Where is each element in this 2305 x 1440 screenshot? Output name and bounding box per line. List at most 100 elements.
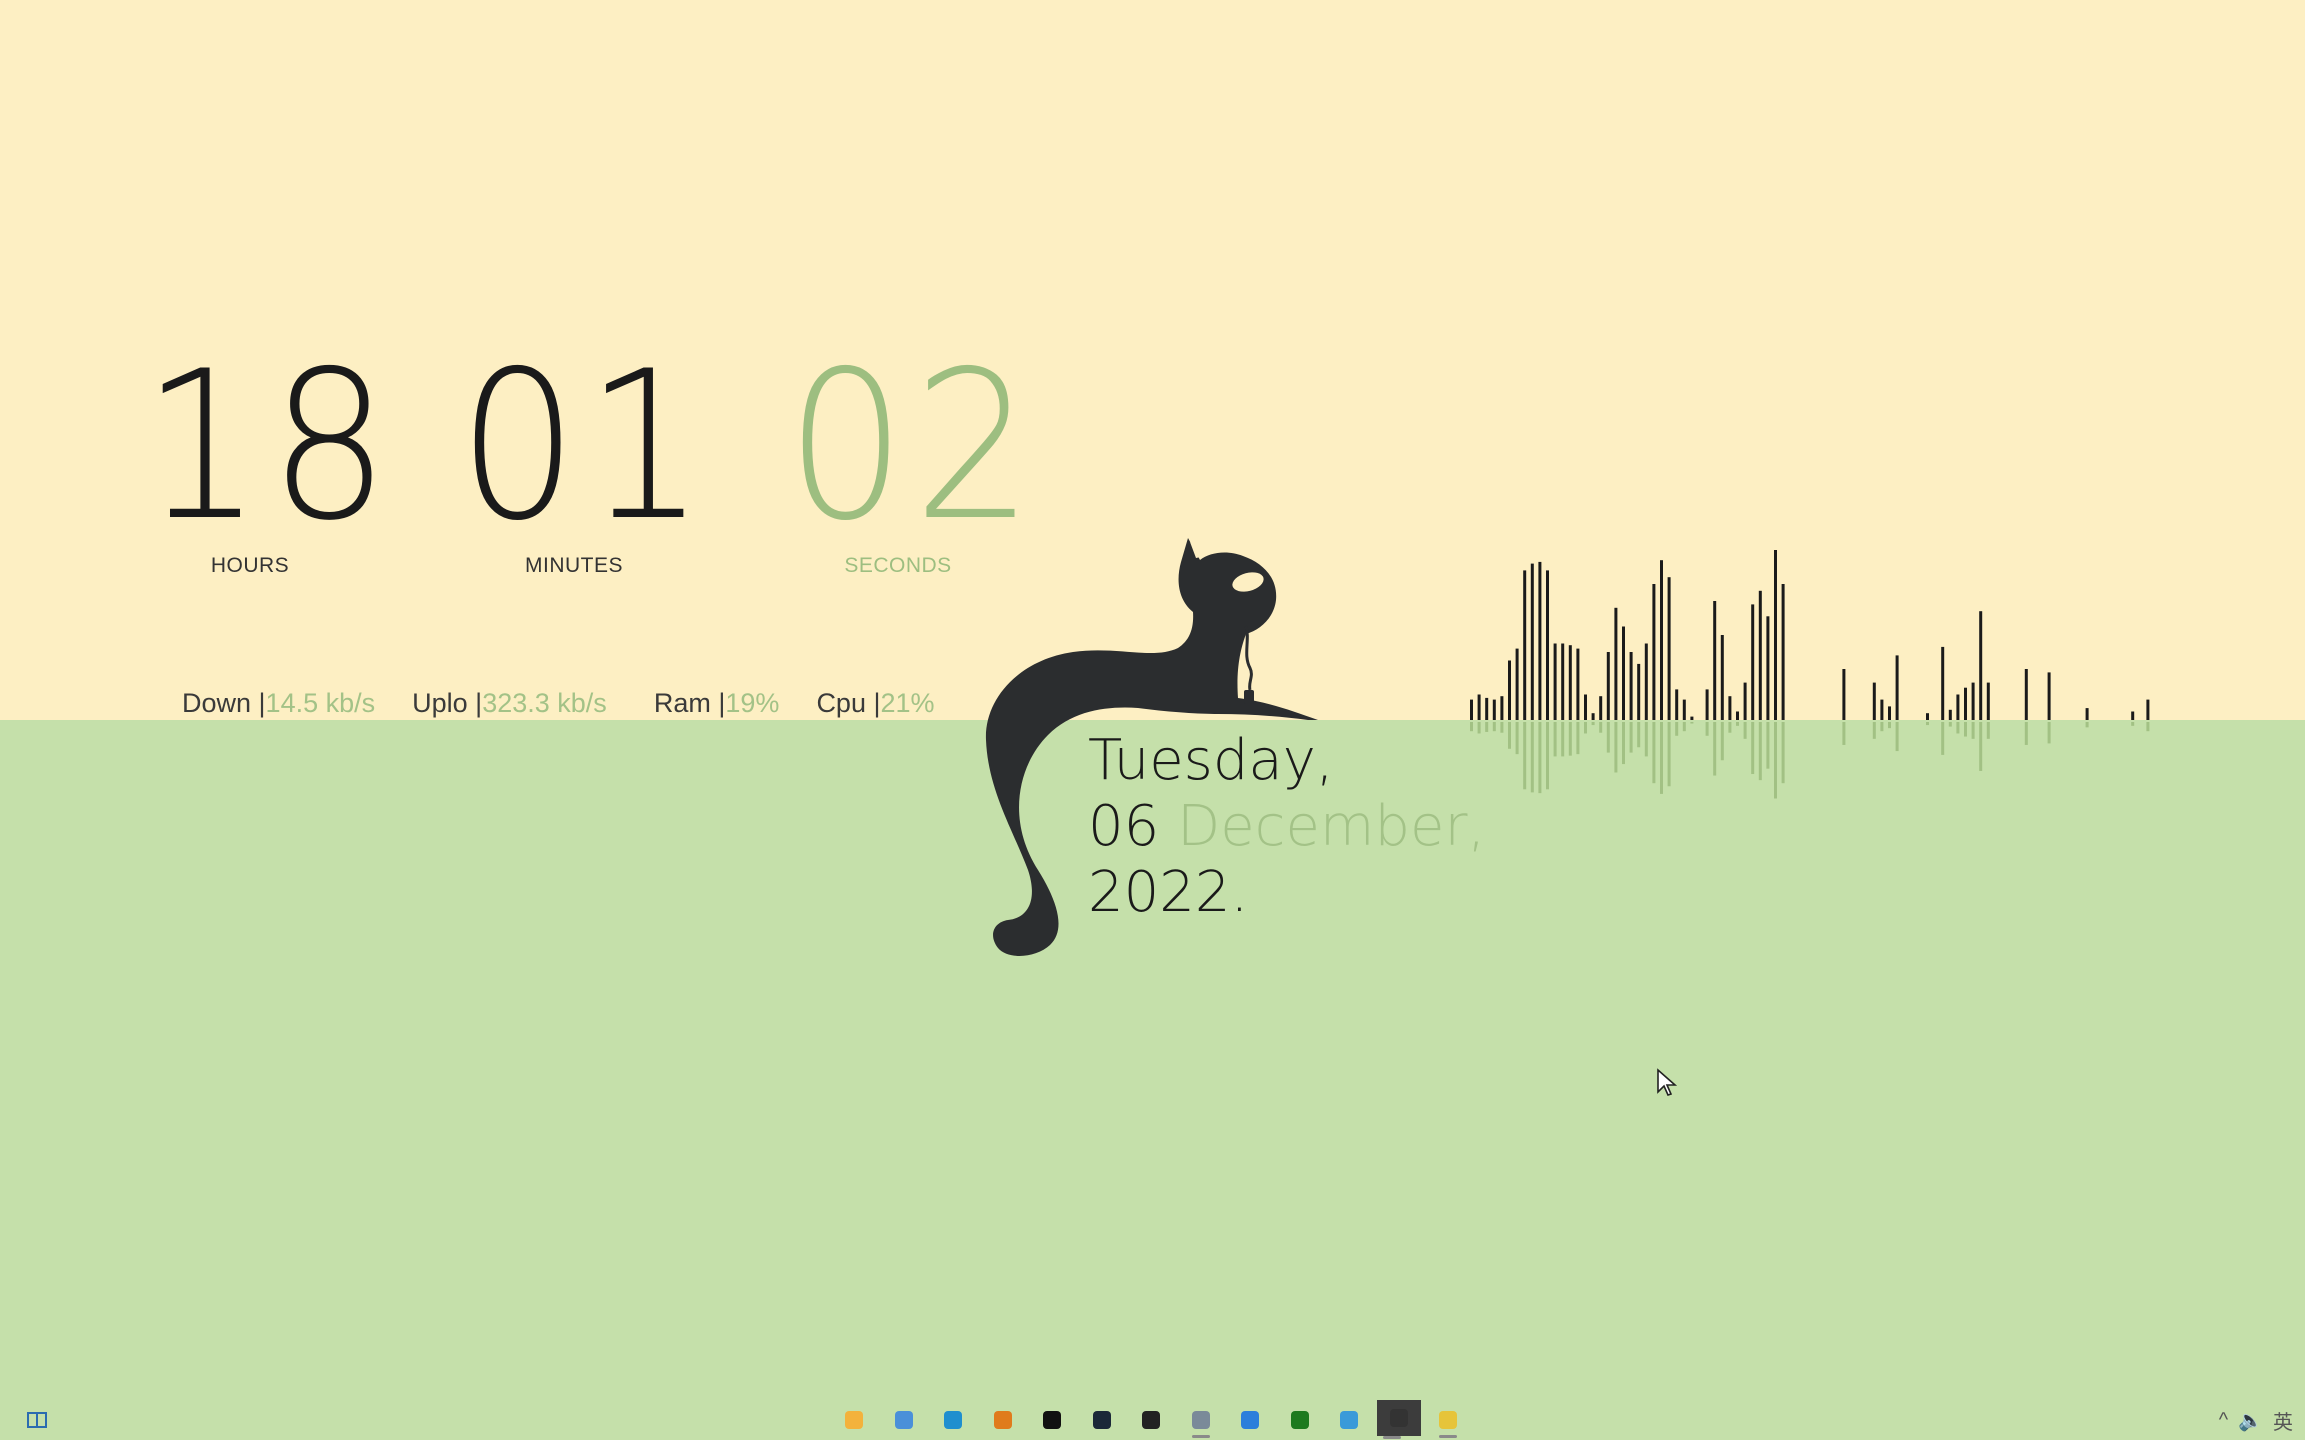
visualizer-bar-reflection bbox=[1561, 722, 1565, 757]
visualizer-bar bbox=[1576, 648, 1580, 720]
visualizer-bar-reflection bbox=[1948, 722, 1952, 727]
visualizer-bar-reflection bbox=[1500, 722, 1504, 733]
capcut-icon[interactable] bbox=[1037, 1405, 1067, 1435]
visualizer-bar-reflection bbox=[1660, 722, 1663, 794]
visualizer-bar-reflection bbox=[1622, 722, 1625, 765]
visualizer-bar bbox=[1606, 652, 1610, 720]
visualizer-bar bbox=[1546, 570, 1549, 720]
ime-indicator[interactable]: 英 bbox=[2273, 1406, 2293, 1435]
orange-app-icon[interactable] bbox=[988, 1405, 1018, 1435]
visualizer-bar-reflection bbox=[1477, 722, 1481, 734]
visualizer-bar-reflection bbox=[1591, 722, 1595, 726]
visualizer-bar bbox=[1553, 643, 1557, 720]
visualizer-bar-reflection bbox=[1690, 722, 1694, 724]
visualizer-bar-reflection bbox=[1728, 722, 1732, 733]
volume-icon[interactable]: 🔈 bbox=[2238, 1408, 2263, 1433]
visualizer-bar bbox=[1751, 604, 1755, 720]
visualizer-bar bbox=[1637, 663, 1641, 720]
mouse-cursor-icon bbox=[1657, 1068, 1678, 1096]
date-month: December, bbox=[1177, 794, 1486, 859]
visualizer-bar-reflection bbox=[1720, 722, 1724, 761]
visualizer-bar-reflection bbox=[1872, 722, 1876, 739]
down-value: 14.5 kb/s bbox=[265, 688, 376, 718]
visualizer-bar-reflection bbox=[1485, 722, 1489, 732]
visualizer-bar bbox=[1561, 643, 1565, 720]
steam-icon[interactable] bbox=[1087, 1405, 1117, 1435]
teapot-app-icon[interactable] bbox=[1186, 1405, 1216, 1438]
visualizer-bar bbox=[1705, 689, 1709, 720]
visualizer-bar bbox=[1948, 709, 1952, 720]
visualizer-bar-reflection bbox=[1971, 722, 1975, 739]
visualizer-bar bbox=[1842, 669, 1846, 720]
visualizer-bar bbox=[1675, 689, 1679, 720]
visualizer-bar bbox=[1872, 682, 1876, 720]
yellow-app-icon[interactable] bbox=[1433, 1405, 1463, 1438]
visualizer-bar-reflection bbox=[1956, 722, 1960, 734]
visualizer-bar bbox=[1956, 694, 1960, 720]
visualizer-bar bbox=[1781, 584, 1785, 720]
visualizer-bar-reflection bbox=[1553, 722, 1557, 757]
ram-value: 19% bbox=[725, 688, 780, 718]
system-stats: Down | 14.5 kb/s Uplo | 323.3 kb/s Ram |… bbox=[182, 688, 935, 719]
visualizer-bar-reflection bbox=[1606, 722, 1610, 753]
visualizer-bar-reflection bbox=[1758, 722, 1762, 781]
visualizer-bar-reflection bbox=[1523, 722, 1527, 790]
globe-app-icon[interactable] bbox=[1334, 1405, 1364, 1435]
bilibili-icon[interactable] bbox=[1136, 1405, 1166, 1435]
visualizer-bar bbox=[1690, 716, 1694, 720]
visualizer-bar bbox=[1523, 570, 1527, 720]
visualizer-bar-reflection bbox=[1629, 722, 1633, 753]
active-window-icon[interactable] bbox=[1376, 1400, 1421, 1439]
hours-label: HOURS bbox=[210, 554, 290, 577]
cpu-value: 21% bbox=[880, 688, 935, 718]
visualizer-bar bbox=[1568, 645, 1572, 720]
tray-chevron-icon[interactable]: ^ bbox=[2219, 1409, 2228, 1432]
file-explorer-icon[interactable] bbox=[839, 1405, 869, 1435]
date-display: Tuesday, 06 December, 2022. bbox=[1088, 728, 1485, 926]
visualizer-bar-reflection bbox=[1751, 722, 1755, 775]
visualizer-bar bbox=[1591, 713, 1595, 720]
visualizer-bar-reflection bbox=[2146, 722, 2150, 732]
visualizer-bar-reflection bbox=[1705, 722, 1709, 736]
visualizer-bar-reflection bbox=[1568, 722, 1572, 756]
visualizer-bar-reflection bbox=[1895, 722, 1899, 752]
visualizer-bar bbox=[1682, 699, 1686, 720]
visualizer-bar bbox=[1492, 699, 1496, 720]
visualizer-bar bbox=[1926, 713, 1929, 720]
widgets-icon[interactable] bbox=[22, 1405, 52, 1435]
visualizer-bar bbox=[1538, 561, 1542, 720]
visualizer-bar-reflection bbox=[1515, 722, 1519, 755]
visualizer-bar-reflection bbox=[1546, 722, 1549, 790]
visualizer-bar-reflection bbox=[1644, 722, 1648, 757]
visualizer-bar bbox=[1743, 682, 1747, 720]
visualizer-bar bbox=[2024, 669, 2028, 720]
visualizer-bar bbox=[1470, 699, 1473, 720]
visualizer-bar-reflection bbox=[1842, 722, 1846, 745]
visualizer-bar bbox=[1652, 584, 1656, 720]
running-indicator bbox=[1382, 1436, 1401, 1439]
visualizer-bar bbox=[1629, 652, 1633, 720]
audio-visualizer bbox=[1470, 550, 2150, 799]
visualizer-bar bbox=[2085, 708, 2089, 720]
app-grid-icon[interactable] bbox=[889, 1405, 919, 1435]
minutes-label: MINUTES bbox=[525, 554, 623, 577]
terminal-play-icon[interactable] bbox=[1285, 1405, 1315, 1435]
edge-browser-icon[interactable] bbox=[938, 1405, 968, 1435]
visualizer-bar-reflection bbox=[1774, 722, 1777, 799]
visualizer-bar bbox=[1728, 696, 1732, 720]
running-indicator bbox=[1191, 1435, 1210, 1438]
visualizer-bar-reflection bbox=[1880, 722, 1884, 732]
visualizer-bar-reflection bbox=[1979, 722, 1983, 771]
seconds-label: SECONDS bbox=[844, 554, 952, 577]
visualizer-bar bbox=[1485, 697, 1489, 720]
bird-app-icon[interactable] bbox=[1235, 1405, 1265, 1435]
visualizer-bar-reflection bbox=[1584, 722, 1587, 734]
visualizer-bar-reflection bbox=[1766, 722, 1770, 769]
visualizer-bar bbox=[1895, 655, 1899, 720]
upload-value: 323.3 kb/s bbox=[482, 688, 607, 718]
clock-seconds: 02 bbox=[786, 328, 1041, 566]
visualizer-bar-reflection bbox=[1652, 722, 1656, 784]
visualizer-bar-reflection bbox=[1964, 722, 1967, 737]
visualizer-bar-reflection bbox=[1682, 722, 1686, 732]
visualizer-bar bbox=[1667, 577, 1671, 720]
